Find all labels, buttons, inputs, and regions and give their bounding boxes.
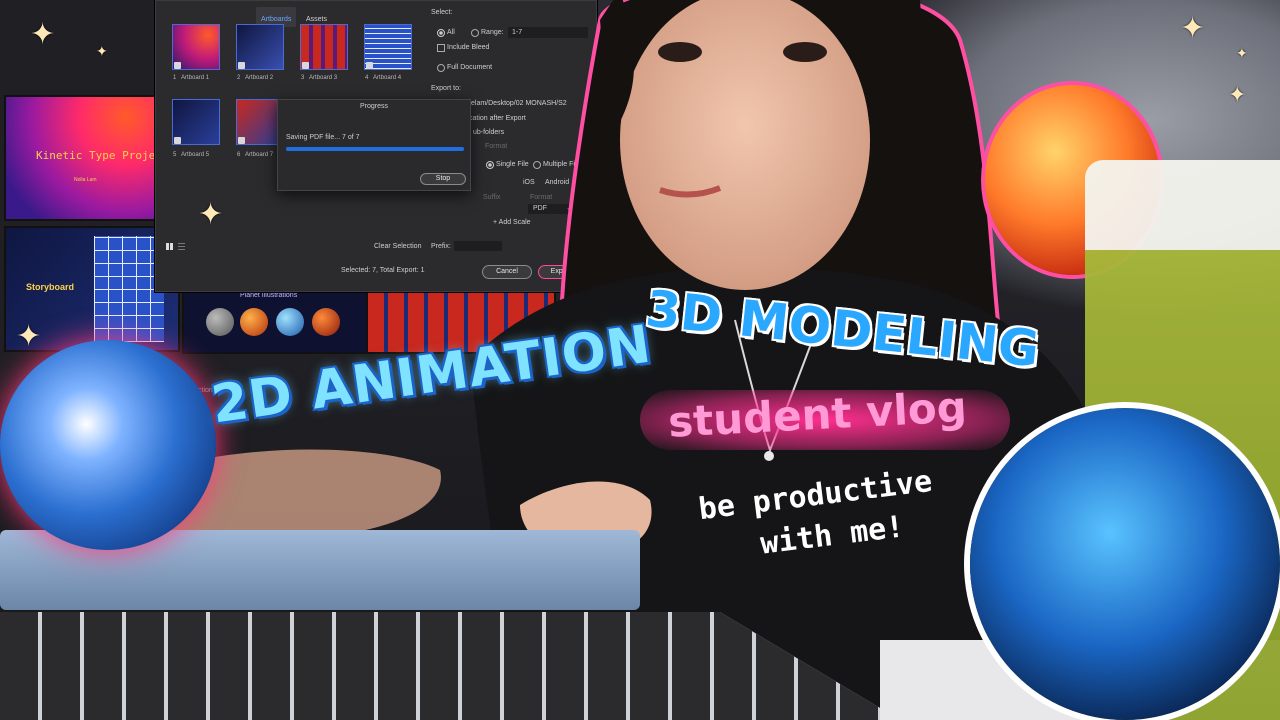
sparkle-icon: ✦ [96,43,108,59]
planet-earth [0,340,216,550]
sparkle-icon: ✦ [198,198,224,231]
sparkle-icon: ✦ [30,18,56,51]
sparkle-icon: ✦ [1236,45,1248,61]
sparkle-icon: ✦ [16,320,42,353]
planet-blue [970,408,1280,720]
sparkle-icon: ✦ [1228,82,1247,107]
sparkle-icon: ✦ [1180,12,1206,45]
